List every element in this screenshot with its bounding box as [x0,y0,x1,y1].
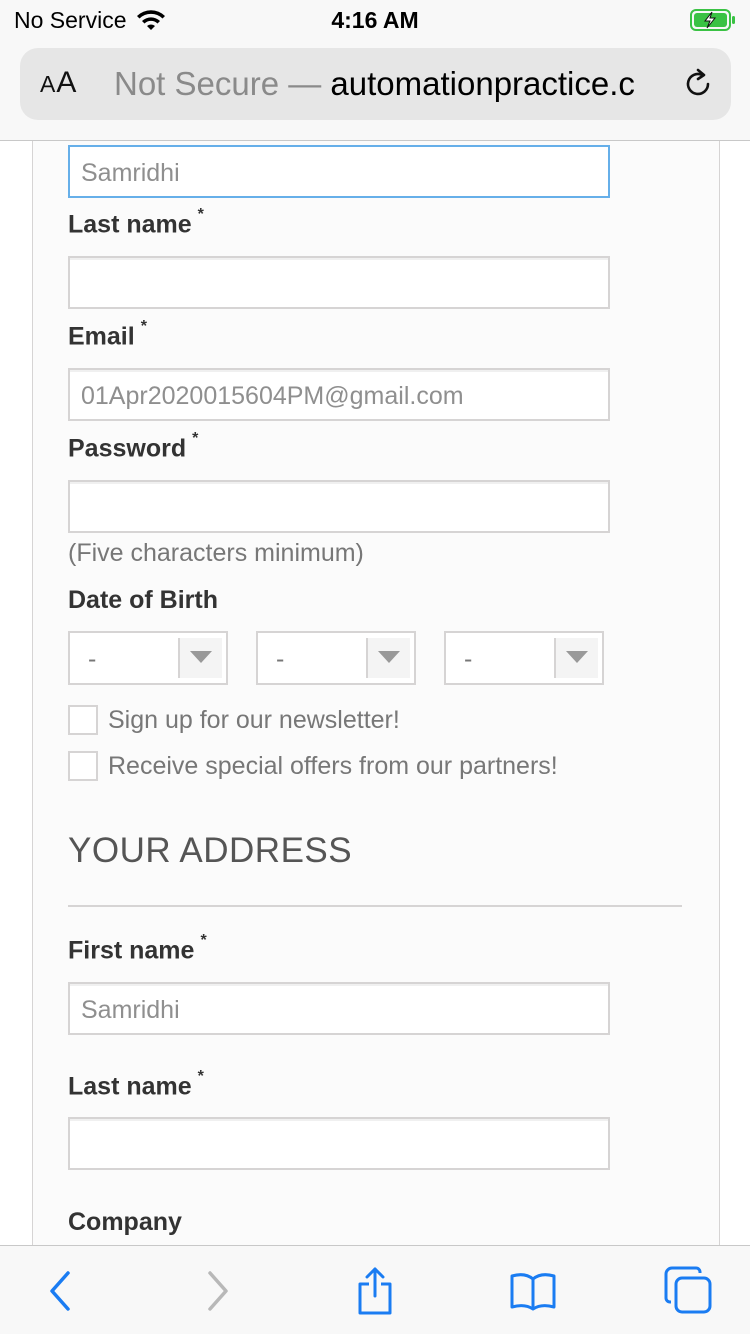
section-divider [68,905,682,907]
last-name-label: Last name * [68,206,204,239]
address-last-name-input[interactable] [68,1117,610,1170]
address-bar[interactable]: AA Not Secure — automationpractice.c [20,48,731,120]
dropdown-arrow-icon [366,638,410,678]
reload-icon[interactable] [681,67,715,101]
back-button[interactable] [36,1266,86,1316]
offers-checkbox[interactable] [68,751,98,781]
dob-year-value: - [464,645,473,673]
address-last-name-label: Last name * [68,1068,204,1101]
dob-year-select[interactable]: - [444,631,604,685]
dob-month-value: - [276,645,285,673]
tabs-button[interactable] [664,1266,714,1316]
text-size-button[interactable]: AA [40,66,77,100]
dropdown-arrow-icon [178,638,222,678]
share-button[interactable] [350,1266,400,1316]
address-first-name-input[interactable]: Samridhi [68,982,610,1035]
wifi-icon [137,9,166,30]
forward-button[interactable] [192,1266,242,1316]
forward-icon [208,1271,228,1311]
dob-day-value: - [88,645,97,673]
company-label: Company [68,1208,182,1236]
url-domain: automationpractice.c [330,65,635,102]
browser-address-area: AA Not Secure — automationpractice.c [0,40,750,141]
back-icon [50,1271,70,1311]
dob-label: Date of Birth [68,586,218,614]
url-text[interactable]: Not Secure — automationpractice.c [114,65,660,103]
battery-charging-icon [690,9,735,31]
offers-option[interactable]: Receive special offers from our partners… [68,751,558,781]
email-label: Email * [68,318,147,351]
bookmarks-button[interactable] [508,1266,558,1316]
last-name-input[interactable] [68,256,610,309]
web-page: Samridhi Last name * Email * 01Apr20200156… [0,141,750,1245]
not-secure-label: Not Secure — [114,65,322,102]
dob-day-select[interactable]: - [68,631,228,685]
offers-label: Receive special offers from our partners… [108,751,558,780]
newsletter-label: Sign up for our newsletter! [108,705,400,734]
dropdown-arrow-icon [554,638,598,678]
carrier-label: No Service [14,7,127,33]
tabs-icon [664,1266,712,1314]
browser-toolbar [0,1245,750,1334]
status-bar: No Service 4:16 AM [0,0,750,40]
dob-month-select[interactable]: - [256,631,416,685]
first-name-input[interactable]: Samridhi [68,145,610,198]
password-hint: (Five characters minimum) [68,539,364,567]
status-left: No Service [14,7,166,34]
password-label: Password * [68,430,199,463]
email-input[interactable]: 01Apr2020015604PM@gmail.com [68,368,610,421]
password-input[interactable] [68,480,610,533]
newsletter-checkbox[interactable] [68,705,98,735]
newsletter-option[interactable]: Sign up for our newsletter! [68,705,400,735]
address-section-title: YOUR ADDRESS [68,831,353,870]
address-first-name-label: First name * [68,932,207,965]
bookmarks-icon [510,1273,556,1311]
share-icon [358,1267,392,1315]
